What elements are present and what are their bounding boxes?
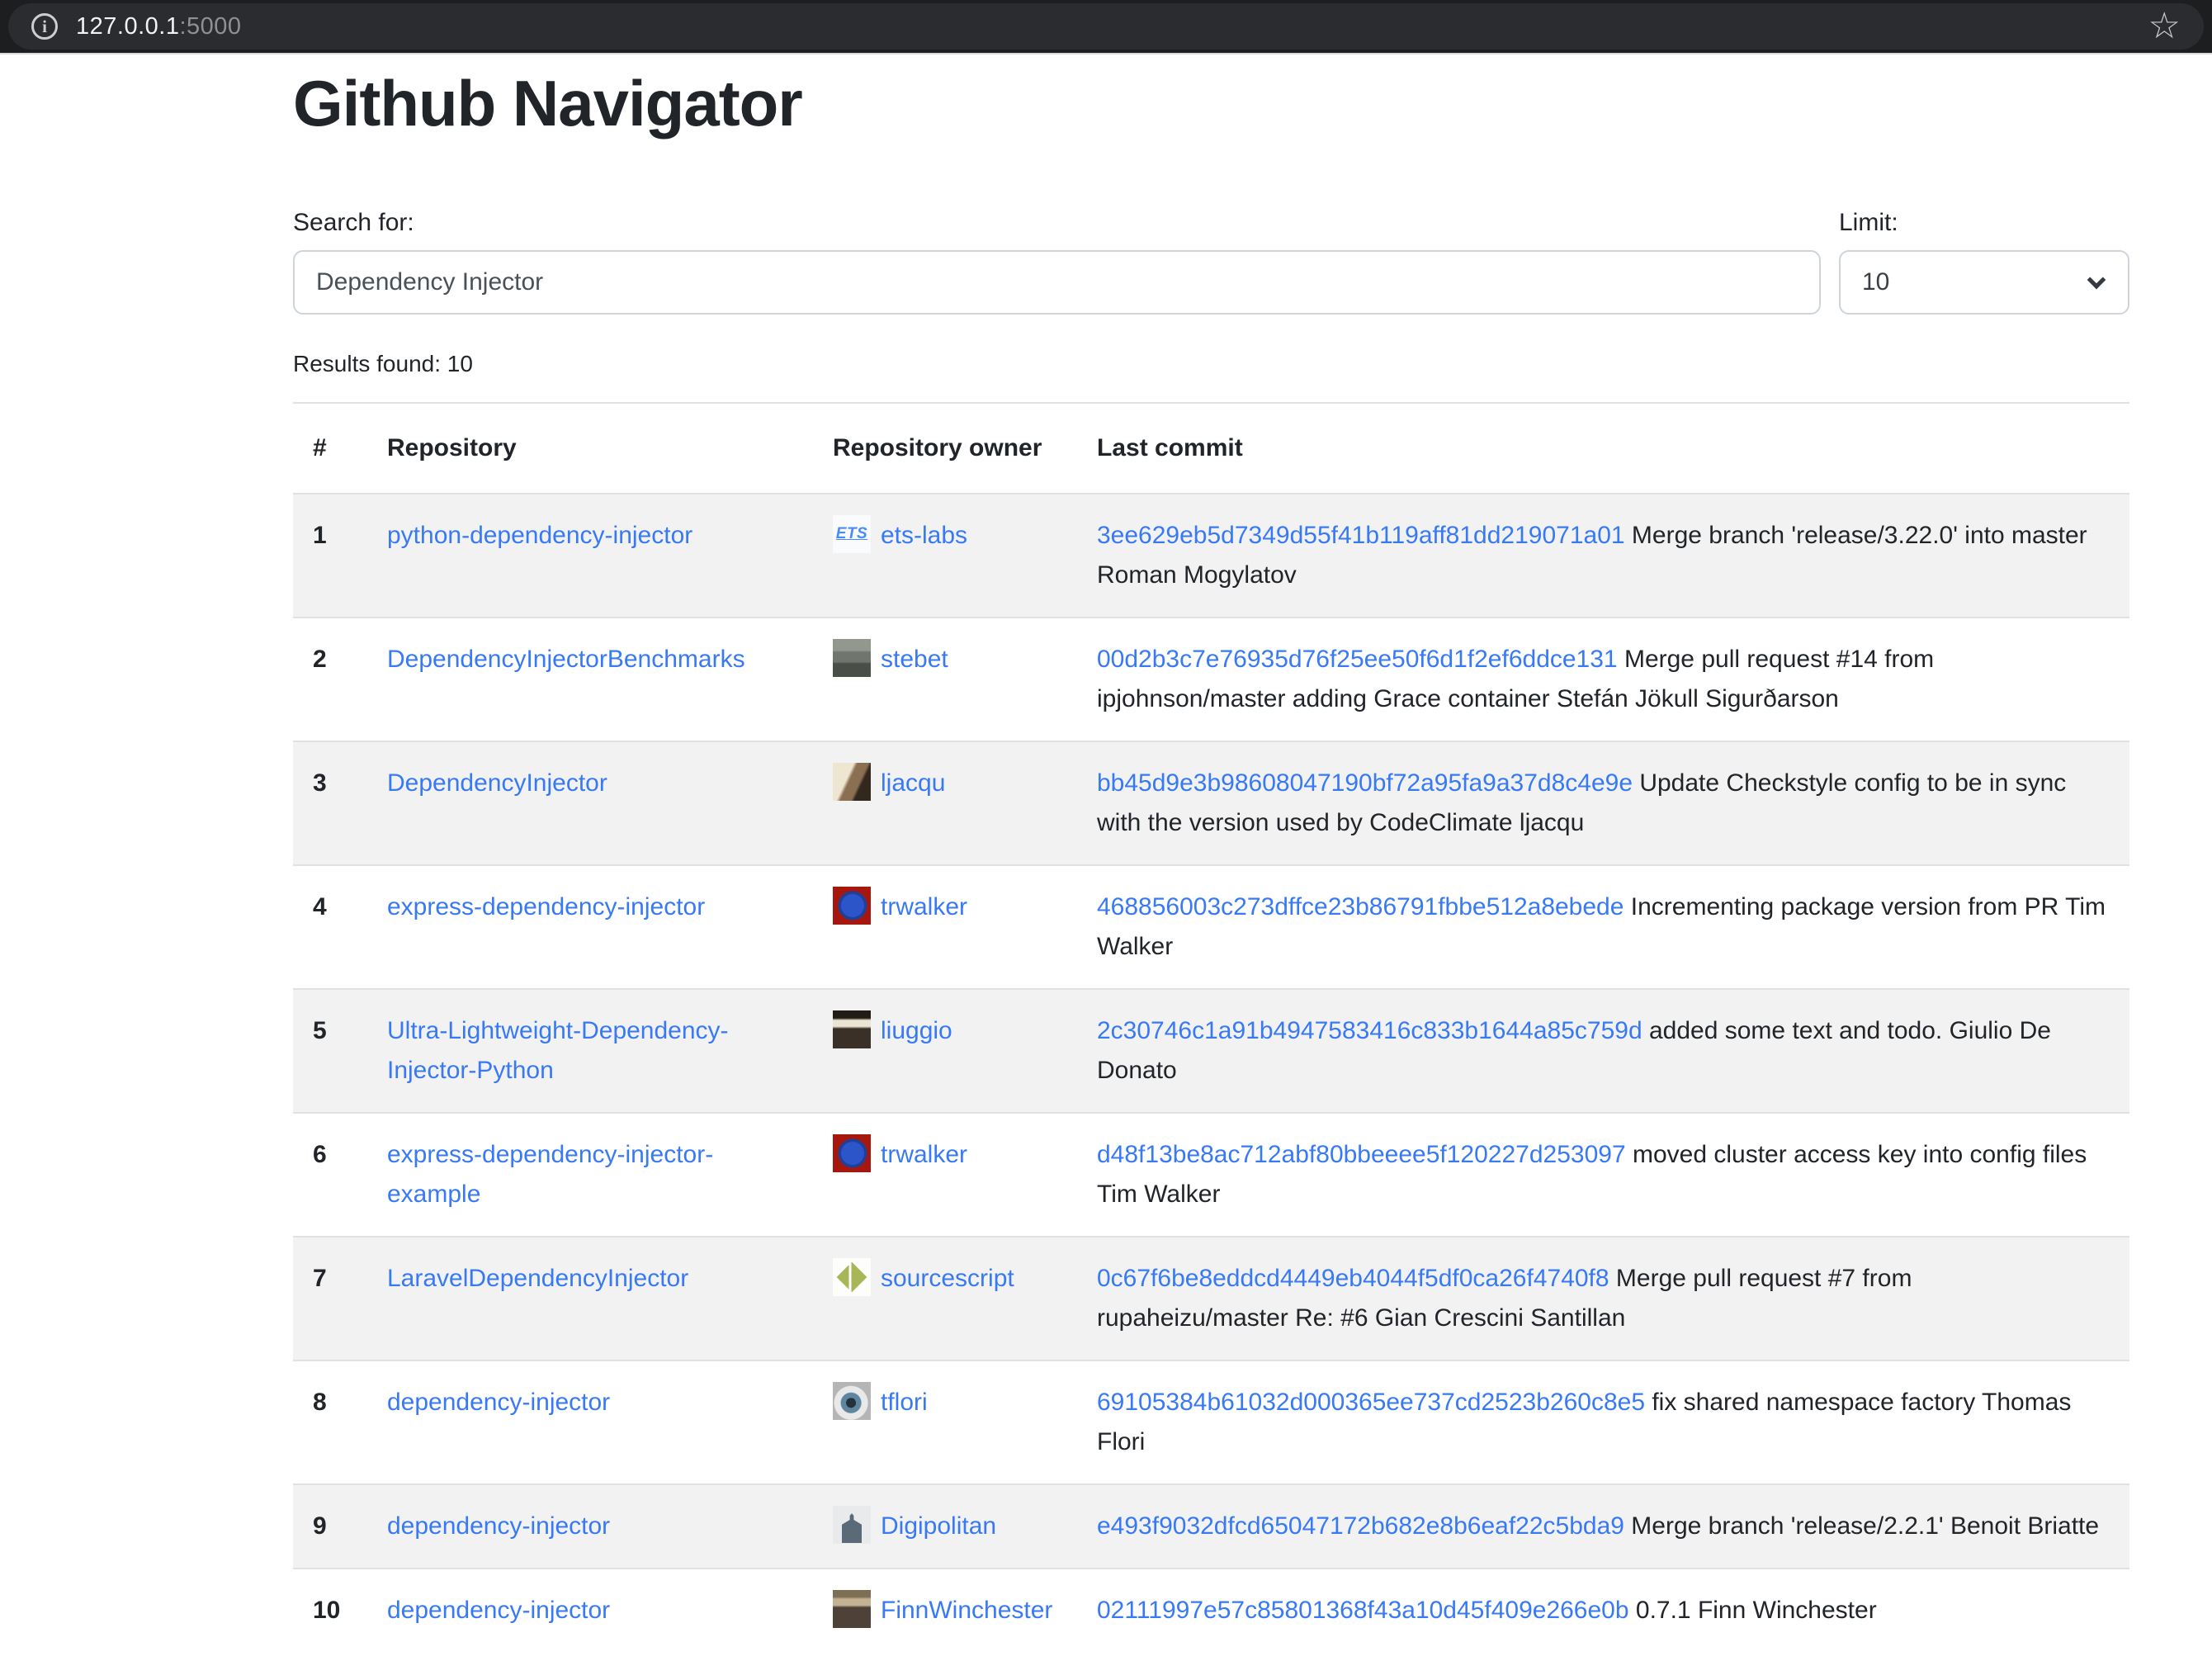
owner-link[interactable]: sourcescript	[881, 1265, 1014, 1292]
url-host: 127.0.0.1	[76, 13, 179, 40]
owner-link[interactable]: liuggio	[881, 1017, 952, 1044]
commit-hash-link[interactable]: 00d2b3c7e76935d76f25ee50f6d1f2ef6ddce131	[1097, 646, 1618, 673]
repo-link[interactable]: express-dependency-injector-example	[387, 1141, 713, 1208]
owner-avatar	[833, 1134, 871, 1172]
browser-chrome: 127.0.0.1:5000	[0, 0, 2212, 54]
repo-link[interactable]: dependency-injector	[387, 1597, 610, 1624]
table-body: 1 python-dependency-injector ETS ets-labs…	[293, 494, 2129, 1652]
row-number: 2	[293, 618, 367, 741]
search-group: Search for:	[293, 209, 1821, 315]
search-input[interactable]	[293, 250, 1821, 315]
row-number: 8	[293, 1361, 367, 1484]
commit-hash-link[interactable]: 468856003c273dffce23b86791fbbe512a8ebede	[1097, 893, 1624, 920]
owner-avatar	[833, 763, 871, 801]
table-row: 3 DependencyInjector ljacqu bb45d9e3b986…	[293, 741, 2129, 865]
results-count: Results found: 10	[293, 351, 2129, 377]
browser-url-bar[interactable]: 127.0.0.1:5000	[8, 3, 2204, 50]
limit-select[interactable]: 10	[1839, 250, 2129, 315]
owner-avatar	[833, 1258, 871, 1296]
repo-link[interactable]: LaravelDependencyInjector	[387, 1265, 688, 1292]
page-content: Github Navigator Search for: Limit: 10 R…	[293, 54, 2129, 1652]
row-number: 10	[293, 1569, 367, 1652]
bookmark-star-icon[interactable]	[2148, 8, 2181, 45]
table-row: 9 dependency-injector Digipolitan e493f9…	[293, 1484, 2129, 1569]
row-number: 9	[293, 1484, 367, 1569]
owner-avatar	[833, 639, 871, 677]
table-row: 4 express-dependency-injector trwalker 4…	[293, 865, 2129, 989]
owner-avatar: ETS	[833, 515, 871, 553]
commit-hash-link[interactable]: e493f9032dfcd65047172b682e8b6eaf22c5bda9	[1097, 1512, 1624, 1540]
table-row: 7 LaravelDependencyInjector sourcescript…	[293, 1237, 2129, 1361]
owner-link[interactable]: tflori	[881, 1389, 928, 1416]
page-title: Github Navigator	[293, 66, 2129, 141]
row-number: 6	[293, 1113, 367, 1237]
commit-hash-link[interactable]: 02111997e57c85801368f43a10d45f409e266e0b	[1097, 1597, 1629, 1624]
table-row: 10 dependency-injector FinnWinchester 02…	[293, 1569, 2129, 1652]
owner-link[interactable]: FinnWinchester	[881, 1597, 1052, 1624]
row-number: 3	[293, 741, 367, 865]
url-text: 127.0.0.1:5000	[76, 13, 242, 40]
chevron-down-icon	[2087, 271, 2106, 290]
table-row: 5 Ultra-Lightweight-Dependency-Injector-…	[293, 989, 2129, 1113]
table-row: 1 python-dependency-injector ETS ets-labs…	[293, 494, 2129, 618]
owner-link[interactable]: trwalker	[881, 1141, 967, 1168]
repo-link[interactable]: DependencyInjector	[387, 769, 607, 797]
commit-message: 0.7.1 Finn Winchester	[1629, 1597, 1877, 1624]
info-icon[interactable]	[31, 13, 58, 40]
url-port: :5000	[179, 13, 241, 40]
owner-avatar	[833, 1010, 871, 1048]
repo-link[interactable]: express-dependency-injector	[387, 893, 705, 920]
commit-hash-link[interactable]: 2c30746c1a91b4947583416c833b1644a85c759d	[1097, 1017, 1642, 1044]
limit-label: Limit:	[1839, 209, 2129, 237]
owner-avatar	[833, 1506, 871, 1544]
repo-link[interactable]: Ultra-Lightweight-Dependency-Injector-Py…	[387, 1017, 729, 1084]
owner-link[interactable]: trwalker	[881, 893, 967, 920]
owner-avatar	[833, 1382, 871, 1420]
owner-avatar	[833, 1590, 871, 1628]
table-row: 6 express-dependency-injector-example tr…	[293, 1113, 2129, 1237]
table-row: 8 dependency-injector tflori 69105384b61…	[293, 1361, 2129, 1484]
owner-link[interactable]: stebet	[881, 646, 948, 673]
repo-link[interactable]: DependencyInjectorBenchmarks	[387, 646, 745, 673]
commit-message: Merge branch 'release/2.2.1' Benoit Bria…	[1624, 1512, 2099, 1540]
commit-hash-link[interactable]: 69105384b61032d000365ee737cd2523b260c8e5	[1097, 1389, 1645, 1416]
owner-link[interactable]: ljacqu	[881, 769, 945, 797]
commit-hash-link[interactable]: 0c67f6be8eddcd4449eb4044f5df0ca26f4740f8	[1097, 1265, 1609, 1292]
column-header-number: #	[293, 403, 367, 494]
repo-link[interactable]: python-dependency-injector	[387, 522, 692, 549]
commit-hash-link[interactable]: d48f13be8ac712abf80bbeeee5f120227d253097	[1097, 1141, 1626, 1168]
commit-hash-link[interactable]: 3ee629eb5d7349d55f41b119aff81dd219071a01	[1097, 522, 1625, 549]
column-header-owner: Repository owner	[813, 403, 1077, 494]
row-number: 1	[293, 494, 367, 618]
commit-hash-link[interactable]: bb45d9e3b98608047190bf72a95fa9a37d8c4e9e	[1097, 769, 1633, 797]
owner-link[interactable]: ets-labs	[881, 522, 967, 549]
row-number: 5	[293, 989, 367, 1113]
owner-link[interactable]: Digipolitan	[881, 1512, 996, 1540]
search-form: Search for: Limit: 10	[293, 209, 2129, 315]
repo-link[interactable]: dependency-injector	[387, 1512, 610, 1540]
table-row: 2 DependencyInjectorBenchmarks stebet 00…	[293, 618, 2129, 741]
limit-selected-value: 10	[1862, 268, 1889, 296]
limit-group: Limit: 10	[1839, 209, 2129, 315]
column-header-last-commit: Last commit	[1077, 403, 2129, 494]
table-header-row: # Repository Repository owner Last commi…	[293, 403, 2129, 494]
owner-avatar	[833, 887, 871, 925]
results-table: # Repository Repository owner Last commi…	[293, 402, 2129, 1652]
repo-link[interactable]: dependency-injector	[387, 1389, 610, 1416]
search-label: Search for:	[293, 209, 1821, 237]
row-number: 7	[293, 1237, 367, 1361]
row-number: 4	[293, 865, 367, 989]
column-header-repository: Repository	[367, 403, 813, 494]
